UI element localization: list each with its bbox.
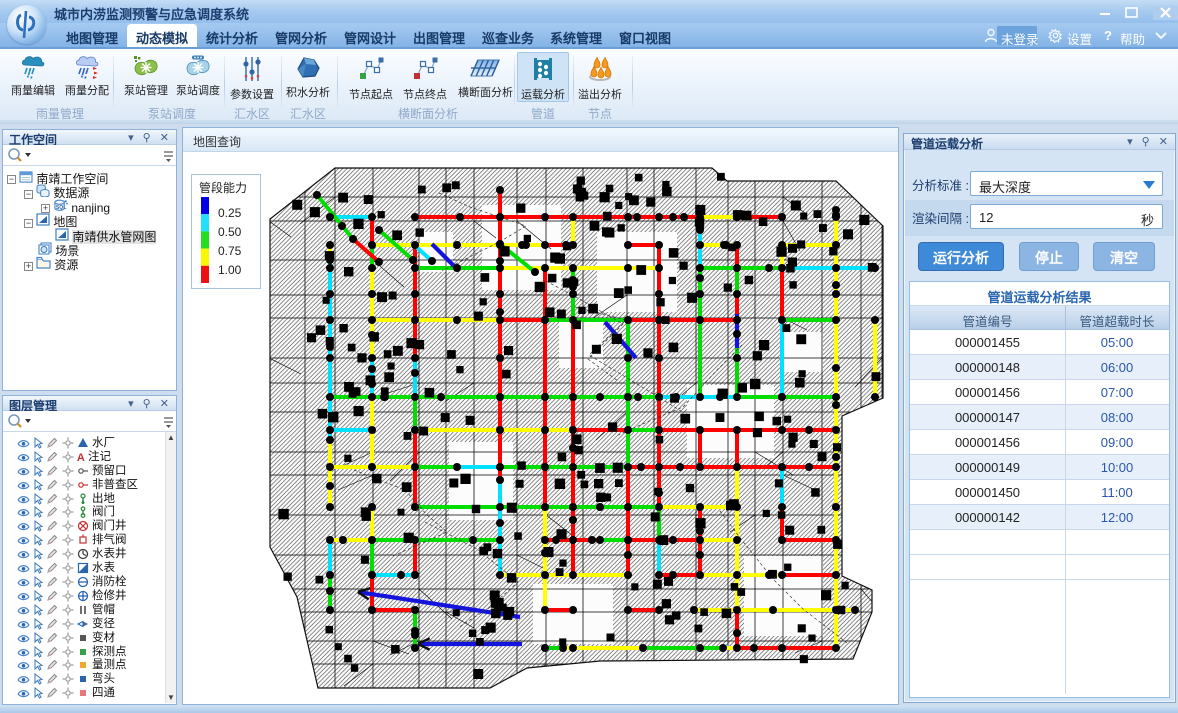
svg-text:SQL: SQL [56,205,66,211]
